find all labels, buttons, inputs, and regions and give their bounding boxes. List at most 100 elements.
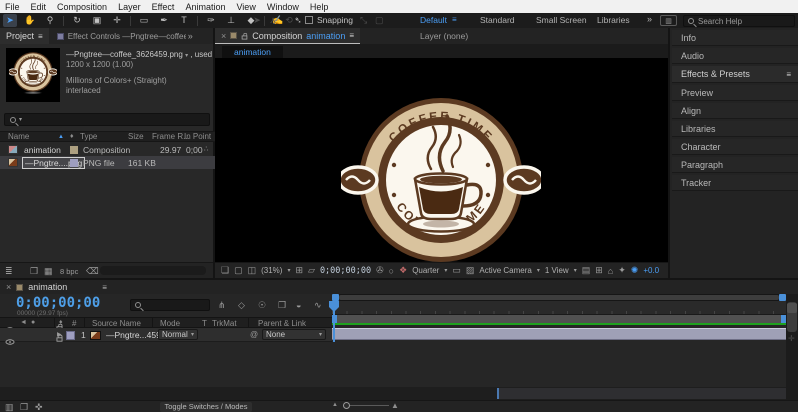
expand-in-out-columns-icon[interactable]: ▥	[5, 402, 14, 412]
comp-marker-bin[interactable]	[787, 303, 797, 313]
h-scrollbar-right-cap[interactable]	[779, 294, 786, 301]
menu-edit[interactable]: Edit	[31, 2, 47, 12]
project-flowchart-icon[interactable]: ≣	[5, 266, 13, 277]
mask-visibility-icon[interactable]: ▱	[308, 265, 315, 276]
view-layout-dropdown[interactable]: 1 View	[545, 266, 569, 275]
show-snapshot-icon[interactable]: ○	[389, 266, 394, 276]
panel-menu-icon[interactable]: ≡	[349, 31, 354, 40]
resolution-dropdown[interactable]: Quarter	[412, 266, 439, 275]
footage-filename[interactable]: —Pngtree—coffee_3626459.png ▾ , used 1 t…	[66, 50, 212, 59]
primary-viewer-icon[interactable]: ▢	[234, 265, 243, 276]
workspace-overflow-chevron[interactable]: »	[647, 14, 652, 24]
workspace-default[interactable]: Default	[420, 15, 447, 25]
transparency-grid-icon[interactable]: ▨	[466, 265, 475, 276]
menu-help[interactable]: Help	[310, 2, 329, 12]
timeline-bottom-scroll[interactable]	[0, 387, 786, 400]
magnification-dropdown[interactable]: (31%)	[261, 266, 282, 275]
tab-layer[interactable]: Layer (none)	[420, 31, 468, 41]
show-channels-icon[interactable]: ❖	[399, 265, 407, 276]
motion-blur-icon[interactable]: ◒	[296, 300, 301, 310]
chevron-down-icon[interactable]: ▾	[287, 267, 290, 274]
h-scrollbar-left-cap[interactable]	[332, 294, 339, 301]
sidebar-panel-preview[interactable]: Preview	[672, 85, 798, 101]
close-icon[interactable]: ×	[6, 282, 11, 292]
grid-icon[interactable]: ⊞	[595, 265, 603, 276]
bit-depth-button[interactable]: 8 bpc	[60, 267, 78, 276]
menu-window[interactable]: Window	[267, 2, 299, 12]
label-column-icon[interactable]: ♦	[59, 319, 63, 326]
lock-icon[interactable]	[241, 33, 248, 40]
column-source-name[interactable]: Source Name	[92, 319, 141, 328]
frame-blending-icon[interactable]: ❐	[278, 300, 286, 311]
hand-tool-icon[interactable]: ✋	[23, 14, 37, 27]
type-tool-icon[interactable]: T	[177, 14, 191, 27]
workspace-libraries[interactable]: Libraries	[597, 15, 630, 25]
column-t[interactable]: T	[202, 319, 207, 328]
grid-guides-icon[interactable]: ⊞	[295, 265, 303, 276]
column-name[interactable]: Name	[8, 132, 29, 141]
layer-visibility-eye-icon[interactable]	[5, 339, 15, 345]
comp-timecode[interactable]: 0;00;00;00	[320, 266, 371, 276]
filename-caret-icon[interactable]: ▾	[185, 53, 188, 59]
layer-row[interactable]: ▶ 1 —Pngtre...459.png Normal ▾ @ None ▾	[0, 328, 332, 345]
table-row[interactable]: —Pngtre....png PNG file 161 KB	[0, 156, 215, 169]
audio-column-icon[interactable]: ◄	[20, 319, 27, 326]
column-number[interactable]: #	[72, 319, 76, 328]
blend-mode-dropdown[interactable]: Normal ▾	[158, 329, 198, 340]
fast-previews-icon[interactable]: ✦	[618, 265, 626, 276]
sidebar-panel-effects-presets[interactable]: Effects & Presets ≡	[672, 66, 798, 83]
timeline-h-scrollbar[interactable]	[332, 294, 786, 301]
workspace-menu-icon[interactable]: ≡	[452, 15, 457, 24]
camera-tool-icon[interactable]: ▣	[90, 14, 104, 27]
solo-column-icon[interactable]: ●	[31, 319, 35, 326]
bottom-scrollbar-thumb[interactable]	[497, 388, 786, 399]
column-size[interactable]: Size	[128, 132, 144, 141]
rectangle-tool-icon[interactable]: ▭	[137, 14, 151, 27]
timeline-tab-label[interactable]: animation	[28, 282, 67, 292]
parent-pickwhip-icon[interactable]: @	[250, 330, 258, 339]
zoom-tool-icon[interactable]: ⚲	[43, 14, 57, 27]
chevron-down-icon[interactable]: ▾	[444, 267, 447, 274]
panel-menu-icon[interactable]: ≡	[786, 70, 798, 79]
render-time-columns-icon[interactable]: ❐	[20, 402, 28, 412]
toggle-switches-modes-button[interactable]: Toggle Switches / Modes	[160, 402, 252, 412]
region-of-interest-icon[interactable]: ▭	[452, 265, 461, 276]
sidebar-panel-info[interactable]: Info	[672, 30, 798, 46]
share-view-icon[interactable]: ▤	[582, 265, 591, 276]
label-column-icon[interactable]: ♦	[70, 133, 74, 140]
column-parent-link[interactable]: Parent & Link	[258, 319, 306, 328]
table-row[interactable]: animation Composition 29.97 0;00 ∴	[0, 143, 215, 156]
menu-composition[interactable]: Composition	[57, 2, 107, 12]
panel-menu-icon[interactable]: ≡	[38, 32, 43, 41]
column-type[interactable]: Type	[80, 132, 97, 141]
current-timecode[interactable]: 0;00;00;00	[16, 295, 100, 311]
pan-behind-tool-icon[interactable]: ✛	[110, 14, 124, 27]
layer-duration-bar[interactable]	[332, 328, 786, 340]
sort-ascending-icon[interactable]: ▲	[58, 134, 64, 140]
camera-dropdown[interactable]: Active Camera	[479, 266, 531, 275]
h-scrollbar-thumb[interactable]	[339, 295, 779, 300]
zoom-in-mountain-icon[interactable]: ▲	[391, 401, 399, 410]
hide-shy-layers-icon[interactable]: ☉	[258, 300, 266, 311]
new-folder-icon[interactable]: ❒	[30, 266, 38, 277]
timeline-zoom-track[interactable]	[345, 405, 389, 406]
exposure-value[interactable]: +0.0	[643, 266, 659, 275]
layer-label-swatch[interactable]	[66, 331, 75, 340]
sidebar-panel-libraries[interactable]: Libraries	[672, 121, 798, 137]
graph-editor-icon[interactable]: ∿	[314, 300, 322, 311]
zoom-out-mountain-icon[interactable]: ▲	[332, 402, 338, 408]
sidebar-panel-audio[interactable]: Audio	[672, 48, 798, 64]
trash-icon[interactable]: ⌫	[86, 266, 99, 277]
chevron-down-icon[interactable]: ▾	[537, 267, 540, 274]
tab-effect-controls[interactable]: Effect Controls —Pngtree—coffee_3626	[68, 32, 186, 41]
project-search-box[interactable]: ▾	[4, 113, 210, 126]
brush-tool-icon[interactable]: ✑	[204, 14, 218, 27]
workspace-small-screen[interactable]: Small Screen	[536, 15, 587, 25]
time-ruler[interactable]	[332, 301, 786, 315]
menu-effect[interactable]: Effect	[152, 2, 175, 12]
composition-mini-flowchart-icon[interactable]: ⋔	[218, 300, 226, 311]
column-mode[interactable]: Mode	[160, 319, 180, 328]
tab-composition[interactable]: × Composition animation ≡	[215, 28, 360, 44]
sidebar-panel-paragraph[interactable]: Paragraph	[672, 157, 798, 173]
viewer-tab-animation[interactable]: animation	[222, 46, 283, 58]
